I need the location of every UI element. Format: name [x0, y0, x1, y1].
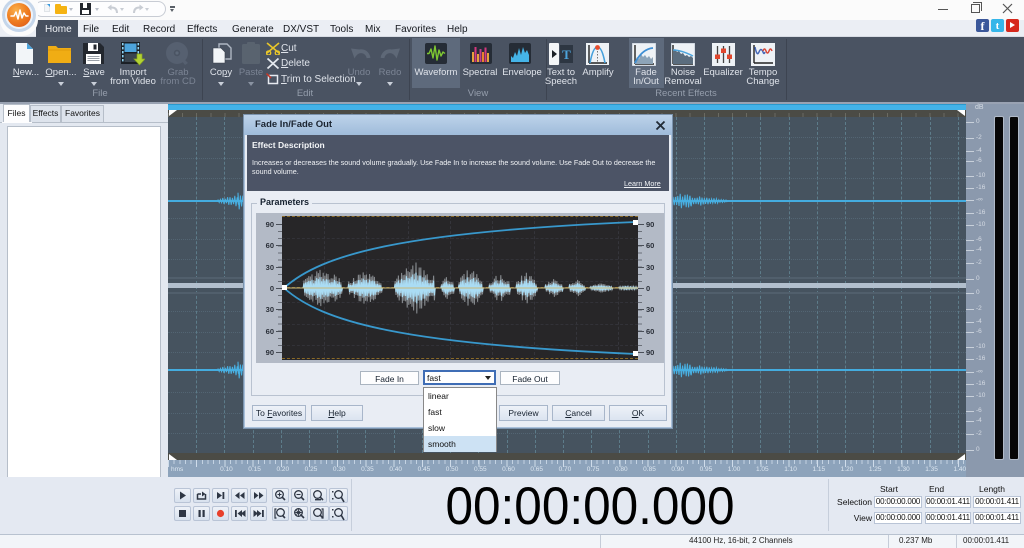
svg-text:T: T [562, 47, 571, 62]
